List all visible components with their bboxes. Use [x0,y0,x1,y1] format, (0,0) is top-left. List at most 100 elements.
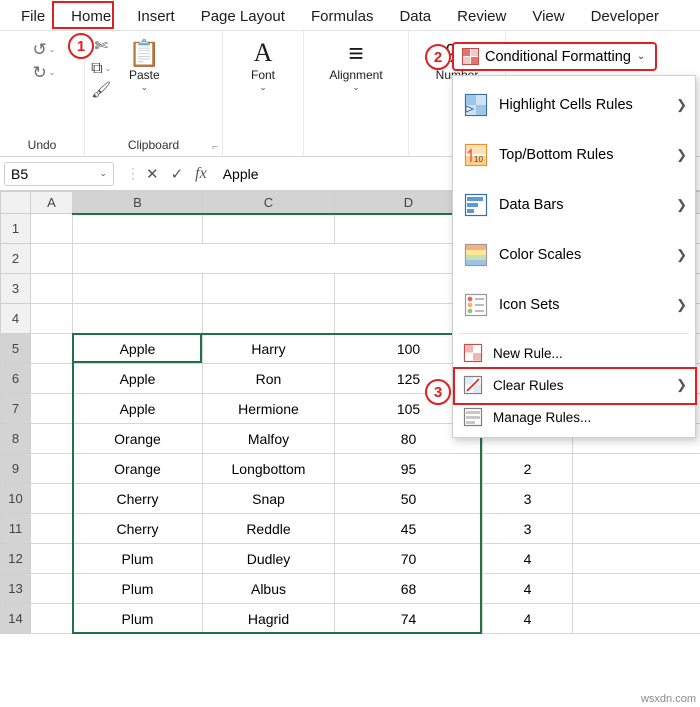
cut-button[interactable]: ✄ [94,39,107,55]
insert-function-icon[interactable]: fx [195,165,207,183]
cell-a8[interactable] [30,423,73,454]
row-header-6[interactable]: 6 [0,363,31,394]
cell-a13[interactable] [30,573,73,604]
menu-item-new-rule[interactable]: New Rule... [453,337,695,369]
cell-c6[interactable]: Ron [202,363,335,394]
cell-c13[interactable]: Albus [202,573,335,604]
format-painter-button[interactable]: 🖌 [91,83,111,99]
row-header-1[interactable]: 1 [0,213,31,244]
row-header-8[interactable]: 8 [0,423,31,454]
cell-a6[interactable] [30,363,73,394]
cell-f13[interactable] [572,573,700,604]
cell-b11[interactable]: Cherry [72,513,203,544]
undo-caret-icon[interactable]: ⌄ [49,45,56,54]
cell-c14[interactable]: Hagrid [202,603,335,634]
cell-c9[interactable]: Longbottom [202,453,335,484]
cell-b13[interactable]: Plum [72,573,203,604]
cell-b6[interactable]: Apple [72,363,203,394]
cell-d13[interactable]: 68 [334,573,483,604]
cell-b12[interactable]: Plum [72,543,203,574]
row-header-11[interactable]: 11 [0,513,31,544]
row-header-5[interactable]: 5 [0,333,31,364]
tab-page-layout[interactable]: Page Layout [188,5,298,30]
copy-button[interactable]: ⧉ ⌄ [91,61,111,77]
menu-item-data-bars[interactable]: Data Bars ❯ [453,180,695,230]
chevron-down-icon[interactable]: ⌄ [637,51,645,62]
cell-a9[interactable] [30,453,73,484]
paste-caret-icon[interactable]: ⌄ [141,83,149,92]
row-header-4[interactable]: 4 [0,303,31,334]
undo-button[interactable]: ↺ ⌄ [33,41,56,58]
cell-e14[interactable]: 4 [482,603,573,634]
tab-data[interactable]: Data [386,5,444,30]
cell-c8[interactable]: Malfoy [202,423,335,454]
menu-item-highlight-cells-rules[interactable]: Highlight Cells Rules ❯ [453,80,695,130]
row-header-12[interactable]: 12 [0,543,31,574]
cell-a5[interactable] [30,333,73,364]
corner-select-all[interactable] [0,191,31,214]
chevron-down-icon[interactable]: ⌄ [99,168,107,179]
menu-item-top-bottom-rules[interactable]: 10 Top/Bottom Rules ❯ [453,130,695,180]
paste-button[interactable]: 📋 Paste ⌄ [115,39,173,92]
cell-e10[interactable]: 3 [482,483,573,514]
cell-a1[interactable] [30,213,73,244]
cell-c1[interactable] [202,213,335,244]
cell-c11[interactable]: Reddle [202,513,335,544]
tab-review[interactable]: Review [444,5,519,30]
cell-e12[interactable]: 4 [482,543,573,574]
col-header-a[interactable]: A [30,191,73,214]
tab-formulas[interactable]: Formulas [298,5,387,30]
menu-item-manage-rules[interactable]: Manage Rules... [453,401,695,433]
copy-caret-icon[interactable]: ⌄ [105,61,112,77]
font-caret-icon[interactable]: ⌄ [259,83,267,92]
name-box[interactable]: B5 ⌄ [4,161,114,186]
row-header-3[interactable]: 3 [0,273,31,304]
cell-a11[interactable] [30,513,73,544]
cell-c12[interactable]: Dudley [202,543,335,574]
row-header-10[interactable]: 10 [0,483,31,514]
cell-a12[interactable] [30,543,73,574]
confirm-icon[interactable]: ✓ [171,165,184,183]
tab-insert[interactable]: Insert [124,5,188,30]
cell-a3[interactable] [30,273,73,304]
cell-a4[interactable] [30,303,73,334]
row-header-2[interactable]: 2 [0,243,31,274]
alignment-caret-icon[interactable]: ⌄ [352,83,360,92]
cell-f12[interactable] [572,543,700,574]
cell-b7[interactable]: Apple [72,393,203,424]
cell-d9[interactable]: 95 [334,453,483,484]
row-header-9[interactable]: 9 [0,453,31,484]
row-header-7[interactable]: 7 [0,393,31,424]
cell-b3[interactable] [72,273,203,304]
cancel-icon[interactable]: ✕ [146,165,159,183]
clipboard-dialog-launcher[interactable]: ⌐ [212,142,218,153]
menu-item-icon-sets[interactable]: Icon Sets ❯ [453,280,695,330]
cell-c5[interactable]: Harry [202,333,335,364]
cell-d12[interactable]: 70 [334,543,483,574]
cell-d14[interactable]: 74 [334,603,483,634]
cell-b8[interactable]: Orange [72,423,203,454]
cell-a10[interactable] [30,483,73,514]
cell-e11[interactable]: 3 [482,513,573,544]
cell-a7[interactable] [30,393,73,424]
cell-f9[interactable] [572,453,700,484]
cell-c10[interactable]: Snap [202,483,335,514]
cell-d10[interactable]: 50 [334,483,483,514]
row-header-14[interactable]: 14 [0,603,31,634]
cell-b1[interactable] [72,213,203,244]
cell-f10[interactable] [572,483,700,514]
redo-button[interactable]: ↻ ⌄ [33,64,56,81]
tab-file[interactable]: File [8,5,58,30]
tab-view[interactable]: View [519,5,577,30]
cell-a2[interactable] [30,243,73,274]
row-header-13[interactable]: 13 [0,573,31,604]
cell-a14[interactable] [30,603,73,634]
cell-f14[interactable] [572,603,700,634]
cell-e9[interactable]: 2 [482,453,573,484]
alignment-button[interactable]: ≡ Alignment ⌄ [314,39,398,92]
cell-b9[interactable]: Orange [72,453,203,484]
cell-d11[interactable]: 45 [334,513,483,544]
cell-b14[interactable]: Plum [72,603,203,634]
cell-f11[interactable] [572,513,700,544]
menu-item-color-scales[interactable]: Color Scales ❯ [453,230,695,280]
